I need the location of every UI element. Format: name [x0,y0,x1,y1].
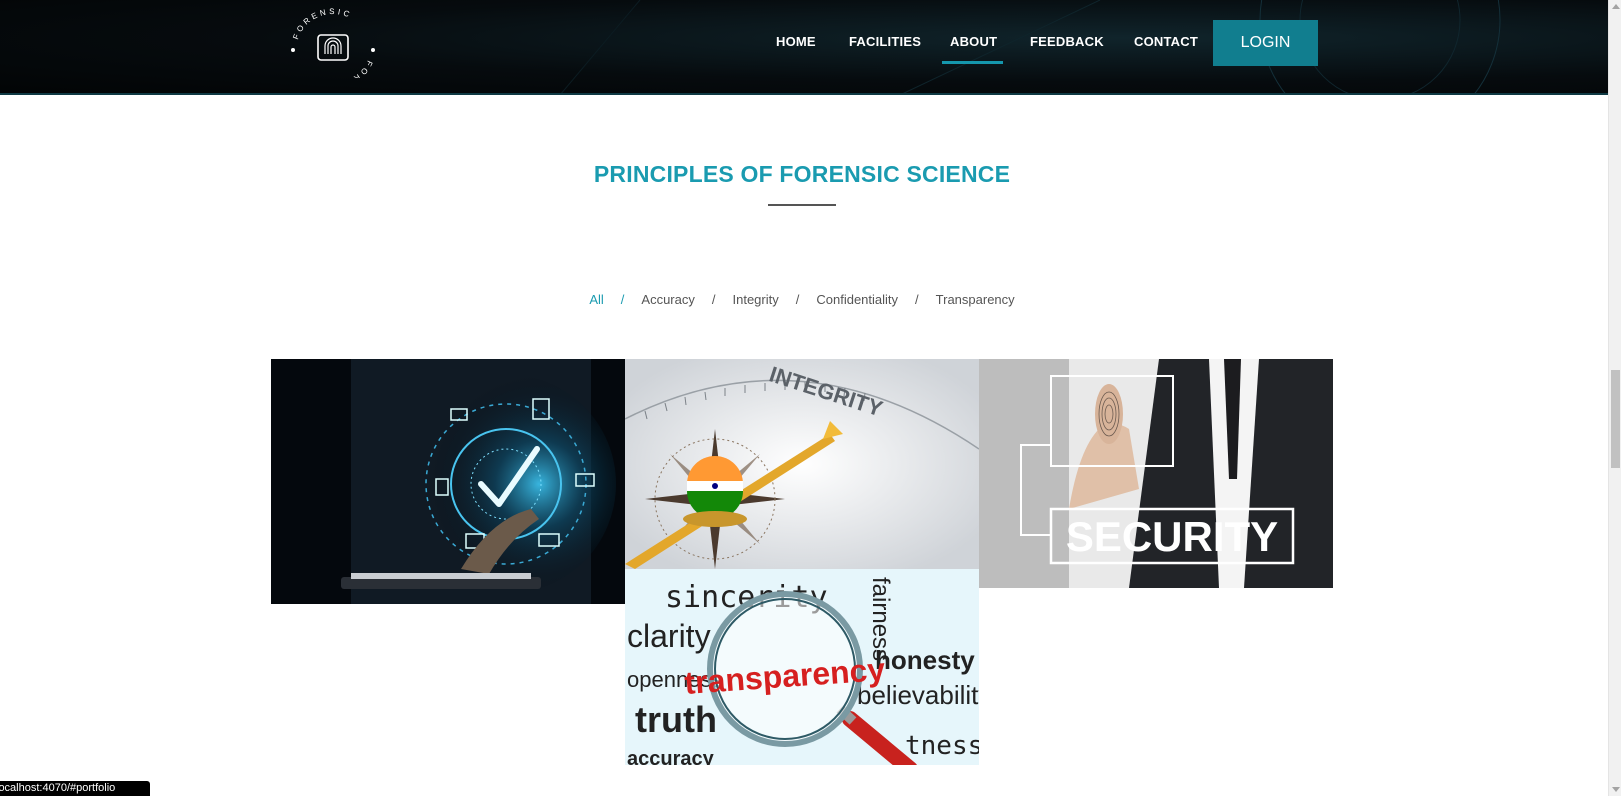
transparency-wordcloud-image: sincerity clarity openness truth accurac… [625,569,979,765]
nav-contact[interactable]: CONTACT [1134,34,1198,49]
header-divider [0,93,1608,95]
portfolio-item-accuracy[interactable] [271,359,625,604]
browser-status-url: localhost:4070/#portfolio [0,781,150,796]
digital-checkmark-image [271,359,625,604]
nav-about[interactable]: ABOUT [950,34,997,49]
main-nav: HOME FACILITIES ABOUT FEEDBACK CONTACT L… [0,0,1608,95]
filter-separator: / [915,292,919,307]
filter-separator: / [711,292,716,307]
svg-text:truth: truth [635,699,717,740]
portfolio-item-transparency[interactable]: sincerity clarity openness truth accurac… [625,569,979,765]
title-underline [768,204,836,206]
integrity-compass-image: INTEGRITY [625,359,979,569]
svg-text:accuracy: accuracy [627,748,715,765]
nav-active-indicator [942,61,1003,64]
login-button[interactable]: LOGIN [1213,20,1318,66]
svg-text:honesty: honesty [875,645,975,675]
site-header: FORENSIC FORENSIC HOME FACILITIES ABOUT … [0,0,1608,95]
nav-home[interactable]: HOME [776,34,816,49]
filter-integrity[interactable]: Integrity [733,292,779,307]
filter-transparency[interactable]: Transparency [936,292,1015,307]
svg-text:SECURITY: SECURITY [1066,513,1278,560]
portfolio-item-integrity[interactable]: INTEGRITY [625,359,979,569]
filter-confidentiality[interactable]: Confidentiality [816,292,898,307]
filter-accuracy[interactable]: Accuracy [641,292,694,307]
nav-feedback[interactable]: FEEDBACK [1030,34,1104,49]
portfolio-item-security[interactable]: SECURITY [979,359,1333,588]
filter-separator: / [620,292,625,307]
security-fingerprint-image: SECURITY [979,359,1333,588]
section-title: PRINCIPLES OF FORENSIC SCIENCE [593,161,1011,187]
svg-text:tness: tness [905,731,979,761]
vertical-scrollbar[interactable] [1608,0,1621,796]
filter-separator: / [795,292,800,307]
svg-text:clarity: clarity [627,618,711,654]
filter-all[interactable]: All [589,292,603,307]
nav-facilities[interactable]: FACILITIES [849,34,921,49]
scroll-thumb[interactable] [1611,370,1620,468]
scroll-up-icon[interactable] [1612,4,1620,9]
portfolio-filters: All / Accuracy / Integrity / Confidentia… [0,292,1604,307]
scroll-down-icon[interactable] [1612,787,1620,792]
